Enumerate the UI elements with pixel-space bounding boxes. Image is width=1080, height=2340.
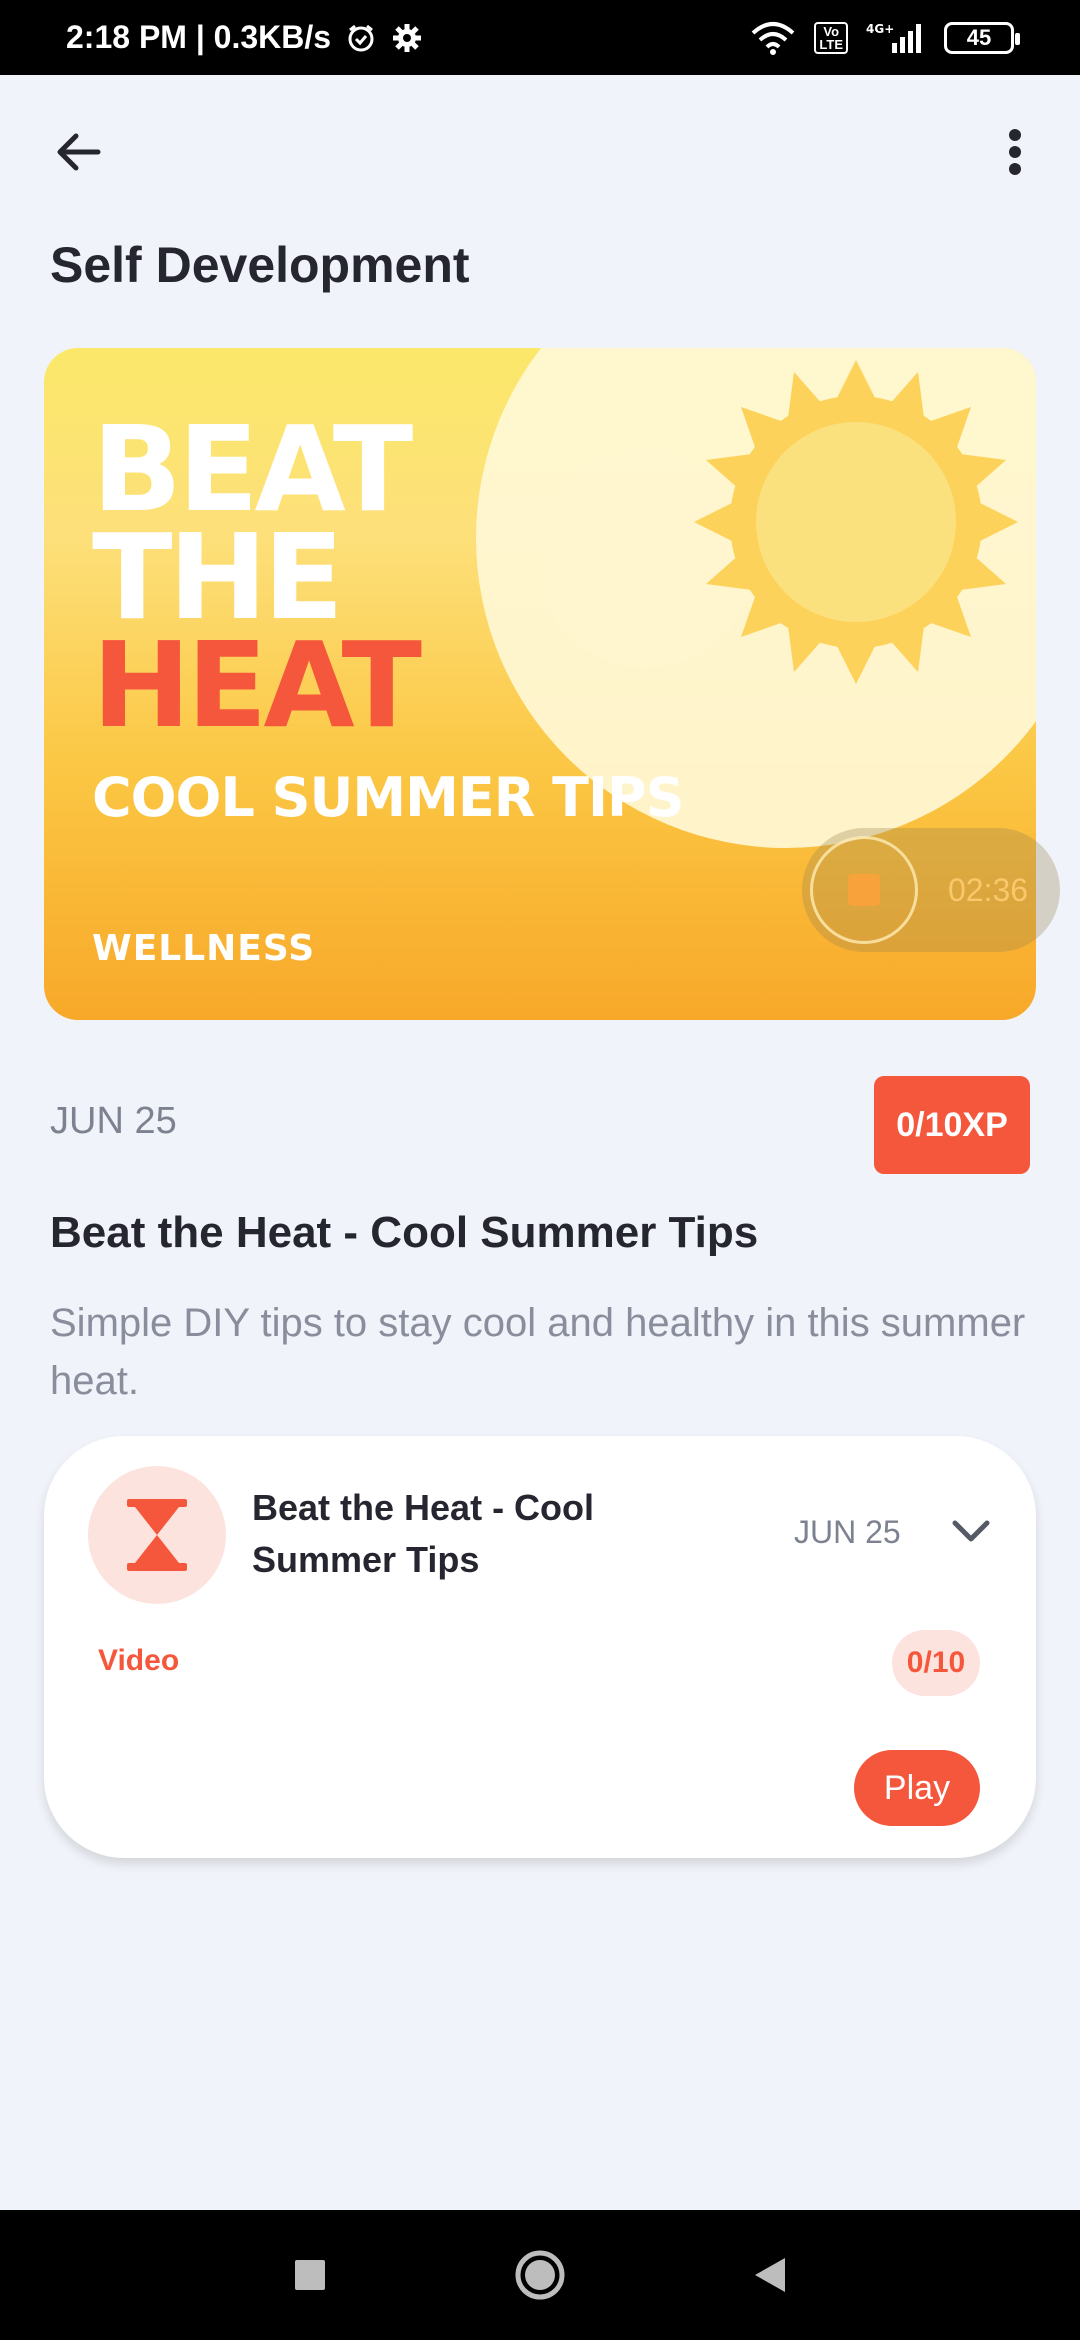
more-vert-icon <box>1009 129 1021 175</box>
lesson-card[interactable]: Beat the Heat - Cool Summer Tips JUN 25 … <box>44 1436 1036 1858</box>
circle-icon <box>515 2250 565 2300</box>
back-nav-button[interactable] <box>740 2245 800 2305</box>
content-description: Simple DIY tips to stay cool and healthy… <box>50 1301 1026 1403</box>
svg-text:4G+: 4G+ <box>866 22 894 36</box>
chevron-down-icon <box>952 1520 990 1542</box>
wifi-icon <box>750 21 796 55</box>
audio-time: 02:36 <box>948 871 1029 908</box>
card-date: JUN 25 <box>794 1514 901 1550</box>
home-button[interactable] <box>510 2245 570 2305</box>
card-score-badge: 0/10 <box>892 1630 980 1696</box>
audio-player-pill[interactable]: 02:36 <box>802 828 1060 952</box>
more-options-button[interactable] <box>990 122 1040 182</box>
sun-icon <box>694 360 1018 684</box>
audio-stop-button[interactable] <box>810 836 918 944</box>
recents-button[interactable] <box>280 2245 340 2305</box>
battery-icon: 45 <box>944 21 1020 54</box>
content-date: JUN 25 <box>50 1100 177 1142</box>
xp-badge: 0/10XP <box>874 1076 1030 1174</box>
arrow-left-icon <box>57 133 101 171</box>
alarm-icon <box>345 22 377 54</box>
page-title: Self Development <box>50 237 470 293</box>
content-title: Beat the Heat - Cool Summer Tips <box>50 1208 759 1257</box>
triangle-back-icon <box>755 2258 785 2292</box>
banner-category: WELLNESS <box>92 928 316 969</box>
card-type-label: Video <box>98 1644 180 1677</box>
settings-gear-icon <box>391 22 423 54</box>
status-bar: 2:18 PM | 0.3KB/s Vo LTE 4G+ 45 <box>0 0 1080 75</box>
banner-headline-line: HEAT <box>92 616 422 754</box>
back-arrow-button[interactable] <box>48 122 108 182</box>
card-title: Beat the Heat - Cool Summer Tips <box>252 1487 595 1580</box>
system-nav-bar <box>0 2210 1080 2340</box>
hourglass-icon <box>127 1499 187 1571</box>
stop-icon <box>848 874 880 906</box>
signal-icon: 4G+ <box>866 21 926 55</box>
volte-badge: Vo LTE <box>814 21 848 54</box>
expand-chevron-button[interactable] <box>946 1510 996 1554</box>
banner-subtitle: COOL SUMMER TIPS <box>92 766 685 829</box>
card-icon-container <box>88 1466 226 1604</box>
status-time: 2:18 PM | 0.3KB/s <box>66 19 332 55</box>
play-button[interactable]: Play <box>854 1750 980 1826</box>
square-icon <box>295 2260 325 2290</box>
